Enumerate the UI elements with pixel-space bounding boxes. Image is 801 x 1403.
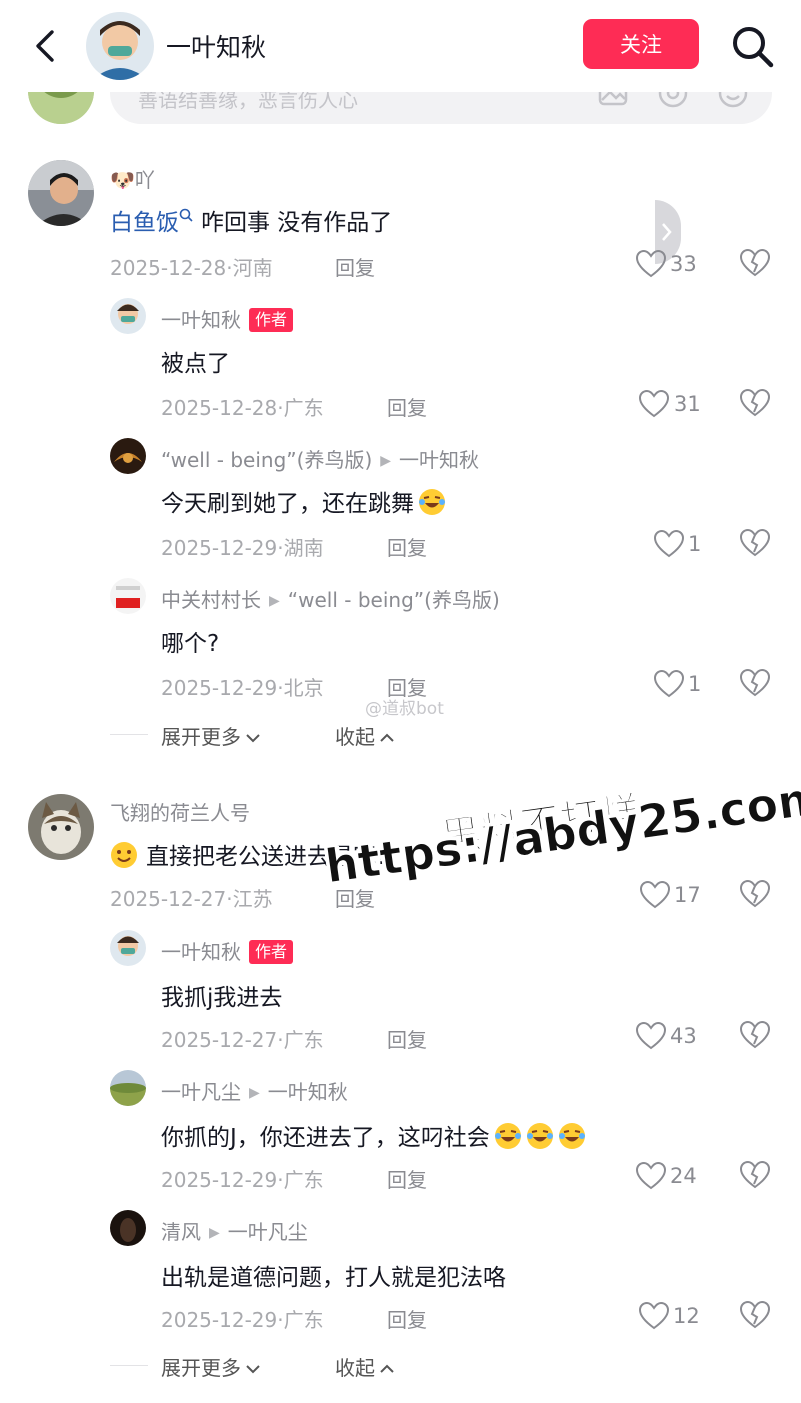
chevron-up-icon (380, 733, 394, 742)
dislike-icon[interactable] (740, 1300, 770, 1330)
search-icon[interactable] (728, 22, 776, 70)
heart-icon[interactable] (640, 881, 670, 909)
comment-meta: 2025-12-27·江苏 (110, 887, 273, 911)
reply-meta: 2025-12-29·广东 (161, 1168, 324, 1192)
weibo-watermark: @道叔bot (365, 699, 444, 719)
heart-icon[interactable] (639, 1302, 669, 1330)
avatar[interactable] (110, 1210, 146, 1246)
chevron-up-icon (380, 1364, 394, 1373)
reply-button[interactable]: 回复 (387, 1024, 427, 1053)
like-count: 12 (673, 1304, 700, 1328)
reply-meta: 2025-12-29·北京 (161, 676, 324, 700)
like-count: 31 (674, 392, 701, 416)
reply-text: 我抓j我进去 (161, 985, 283, 1011)
reply-button[interactable]: 回复 (387, 1164, 427, 1193)
dislike-icon[interactable] (740, 528, 770, 558)
avatar[interactable] (110, 930, 146, 966)
author-badge: 作者 (249, 308, 294, 332)
avatar[interactable] (110, 578, 146, 614)
reply-text: 出轨是道德问题，打人就是犯法咯 (161, 1265, 506, 1291)
collapse-button[interactable]: 收起 (335, 1352, 395, 1381)
reply-text: 今天刷到她了，还在跳舞 (161, 484, 446, 518)
heart-icon[interactable] (654, 670, 684, 698)
like-count: 33 (670, 252, 697, 276)
top-bar: 一叶知秋 关注 (0, 0, 801, 92)
dislike-icon[interactable] (740, 1160, 770, 1190)
back-arrow-icon[interactable] (28, 26, 64, 66)
like-count: 1 (688, 532, 702, 556)
dislike-icon[interactable] (740, 248, 770, 278)
reply-text: 被点了 (161, 351, 230, 377)
like-count: 1 (688, 672, 702, 696)
comment-username[interactable]: 飞翔的荷兰人号 (110, 797, 250, 826)
like-count: 24 (670, 1164, 697, 1188)
reply-meta: 2025-12-29·湖南 (161, 536, 324, 560)
heart-icon[interactable] (639, 390, 669, 418)
like-count: 17 (674, 883, 701, 907)
like-count: 43 (670, 1024, 697, 1048)
author-badge: 作者 (249, 940, 294, 964)
reply-username[interactable]: 清风 ▶ 一叶凡尘 (161, 1216, 308, 1245)
reply-username[interactable]: 一叶知秋 作者 (161, 304, 294, 333)
reply-meta: 2025-12-29·广东 (161, 1308, 324, 1332)
reply-button[interactable]: 回复 (335, 252, 375, 281)
reply-button[interactable]: 回复 (387, 1304, 427, 1333)
comment-text: 白鱼饭 咋回事 没有作品了 (110, 208, 393, 236)
smile-emoji-icon (111, 842, 137, 868)
heart-icon[interactable] (636, 1022, 666, 1050)
avatar[interactable] (28, 160, 94, 226)
laugh-cry-emoji-icon (526, 1123, 553, 1149)
profile-name: 一叶知秋 (166, 33, 267, 62)
expand-more-button[interactable]: 展开更多 (161, 721, 261, 750)
chevron-down-icon (246, 1365, 260, 1374)
divider (110, 734, 148, 735)
comment-username[interactable]: 🐶吖 (110, 164, 155, 193)
avatar[interactable] (110, 1070, 146, 1106)
reply-text: 哪个? (161, 631, 220, 657)
expand-more-button[interactable]: 展开更多 (161, 1352, 261, 1381)
reply-button[interactable]: 回复 (387, 392, 427, 421)
search-small-icon (179, 208, 193, 222)
reply-meta: 2025-12-28·广东 (161, 396, 324, 420)
profile-avatar[interactable] (86, 12, 154, 80)
avatar[interactable] (28, 794, 94, 860)
dislike-icon[interactable] (740, 388, 770, 418)
reply-username[interactable]: 中关村村长 ▶ “well - being”(养鸟版) (161, 584, 500, 613)
avatar[interactable] (110, 298, 146, 334)
dislike-icon[interactable] (740, 1020, 770, 1050)
reply-text: 你抓的J，你还进去了，这叼社会 (161, 1118, 586, 1152)
dislike-icon[interactable] (740, 879, 770, 909)
reply-username[interactable]: 一叶凡尘 ▶ 一叶知秋 (161, 1076, 348, 1105)
reply-username[interactable]: 一叶知秋 作者 (161, 936, 294, 965)
laugh-cry-emoji-icon (494, 1123, 521, 1149)
comment-meta: 2025-12-28·河南 (110, 256, 273, 280)
dislike-icon[interactable] (740, 668, 770, 698)
reply-username[interactable]: “well - being”(养鸟版) ▶ 一叶知秋 (161, 444, 479, 473)
divider (110, 1365, 148, 1366)
chevron-down-icon (246, 734, 260, 743)
laugh-cry-emoji-icon (558, 1123, 585, 1149)
mentioned-user-link[interactable]: 白鱼饭 (110, 210, 179, 236)
collapse-button[interactable]: 收起 (335, 721, 395, 750)
avatar[interactable] (110, 438, 146, 474)
reply-button[interactable]: 回复 (387, 532, 427, 561)
follow-button[interactable]: 关注 (583, 19, 699, 69)
heart-icon[interactable] (636, 250, 666, 278)
reply-meta: 2025-12-27·广东 (161, 1028, 324, 1052)
heart-icon[interactable] (636, 1162, 666, 1190)
laugh-cry-emoji-icon (419, 489, 445, 515)
heart-icon[interactable] (654, 530, 684, 558)
